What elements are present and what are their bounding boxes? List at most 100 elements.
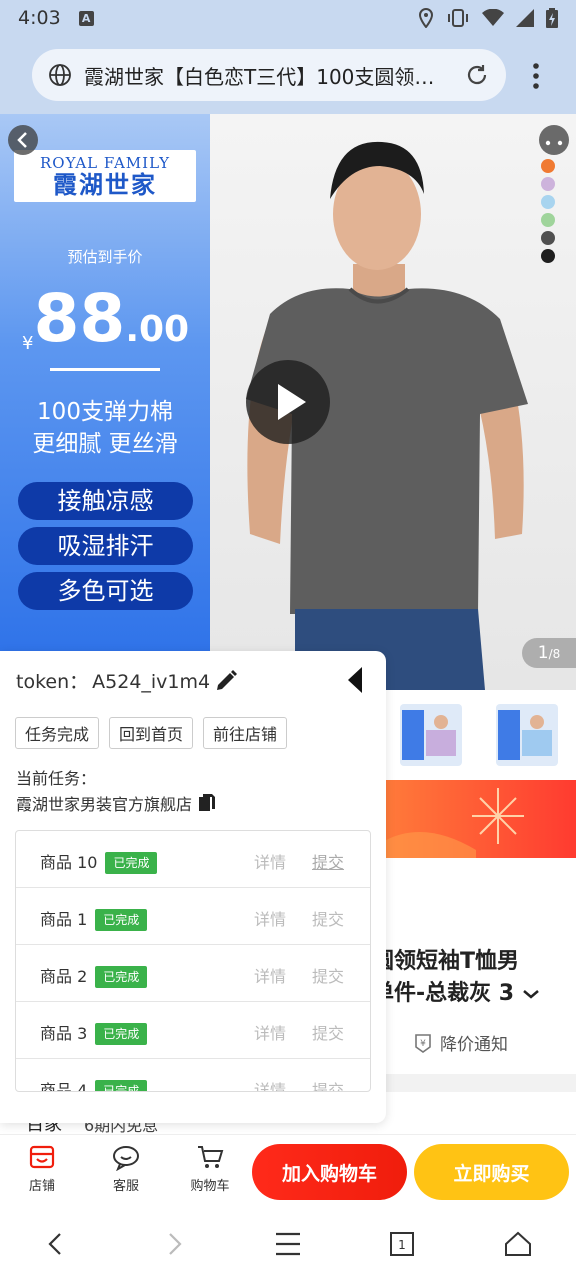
- color-swatch[interactable]: [541, 195, 555, 209]
- sku-thumbnail[interactable]: [496, 704, 558, 766]
- detail-link[interactable]: 详情: [254, 849, 286, 873]
- service-label: 客服: [112, 1179, 139, 1194]
- list-item: 商品 2 已完成 详情 提交: [16, 945, 370, 1002]
- browser-toolbar: 霞湖世家【白色恋T三代】100支圆领短袖T恤男: [0, 36, 576, 116]
- detail-link[interactable]: 详情: [254, 1020, 286, 1044]
- promo-panel: ROYAL FAMILY 霞湖世家 预估到手价 ¥88.00 100支弹力棉 更…: [0, 114, 210, 690]
- menu-icon[interactable]: [272, 1228, 304, 1260]
- service-button[interactable]: 客服: [96, 1143, 156, 1194]
- tabs-icon[interactable]: 1: [386, 1228, 418, 1260]
- task-panel: token： A524_iv1m4 任务完成 回到首页 前往店铺 当前任务： 霞湖…: [0, 651, 386, 1123]
- go-home-button[interactable]: 回到首页: [109, 717, 194, 749]
- home-icon[interactable]: [502, 1228, 534, 1260]
- price-tag-icon: ¥: [415, 1033, 431, 1053]
- svg-text:¥: ¥: [420, 1039, 426, 1049]
- add-to-cart-button[interactable]: 加入购物车: [252, 1144, 407, 1200]
- page-title[interactable]: 霞湖世家【白色恋T三代】100支圆领短袖T恤男: [84, 61, 454, 90]
- brand-logo: ROYAL FAMILY 霞湖世家: [14, 150, 196, 202]
- detail-link[interactable]: 详情: [254, 906, 286, 930]
- price-notice-button[interactable]: ¥ 降价通知: [412, 1030, 508, 1055]
- item-name: 商品 2: [40, 967, 88, 986]
- product-title-line-2: 单件-总裁灰 3: [372, 978, 540, 1010]
- color-swatch[interactable]: [541, 159, 555, 173]
- status-badge: 已完成: [95, 966, 148, 988]
- collapse-icon[interactable]: [344, 665, 366, 695]
- sku-thumbnail[interactable]: [400, 704, 462, 766]
- price-notice-label: 降价通知: [440, 1035, 508, 1055]
- product-gallery[interactable]: ROYAL FAMILY 霞湖世家 预估到手价 ¥88.00 100支弹力棉 更…: [0, 114, 576, 690]
- current-task: 霞湖世家男装官方旗舰店: [16, 791, 216, 815]
- play-video-button[interactable]: [246, 360, 330, 444]
- price-integer: 88: [33, 280, 126, 357]
- go-store-button[interactable]: 前往店铺: [203, 717, 288, 749]
- product-title-line-2-text: 单件-总裁灰 3: [372, 981, 515, 1006]
- slogan-line-1: 100支弹力棉: [37, 399, 173, 425]
- color-swatch[interactable]: [541, 249, 555, 263]
- token-label: token：: [16, 671, 89, 693]
- item-name: 商品 10: [40, 853, 98, 872]
- copy-icon[interactable]: [198, 793, 216, 813]
- back-icon[interactable]: [40, 1228, 72, 1260]
- price-currency: ¥: [22, 333, 34, 354]
- svg-text:1: 1: [398, 1238, 406, 1252]
- buy-now-button[interactable]: 立即购买: [414, 1144, 569, 1200]
- cart-icon: [198, 1146, 224, 1168]
- feature-tag: 多色可选: [18, 572, 193, 610]
- reload-icon[interactable]: [464, 62, 490, 88]
- status-badge: 已完成: [105, 852, 158, 874]
- address-bar[interactable]: 霞湖世家【白色恋T三代】100支圆领短袖T恤男: [32, 49, 506, 101]
- status-time: 4:03: [18, 7, 61, 29]
- item-name-row: 商品 10 已完成: [40, 849, 158, 874]
- item-name: 商品 3: [40, 1024, 88, 1043]
- submit-link[interactable]: 提交: [312, 1077, 344, 1091]
- current-task-value: 霞湖世家男装官方旗舰店: [16, 795, 193, 814]
- slide-total: /8: [548, 647, 561, 661]
- list-item: 商品 3 已完成 详情 提交: [16, 1002, 370, 1059]
- forward-icon[interactable]: [158, 1228, 190, 1260]
- more-vert-icon[interactable]: [524, 60, 548, 92]
- store-icon: [29, 1145, 55, 1169]
- cart-label: 购物车: [190, 1179, 230, 1194]
- color-swatch[interactable]: [541, 213, 555, 227]
- store-label: 店铺: [28, 1179, 55, 1194]
- detail-link[interactable]: 详情: [254, 1077, 286, 1091]
- color-swatch[interactable]: [541, 231, 555, 245]
- edit-icon[interactable]: [213, 668, 239, 694]
- promo-price: ¥88.00: [22, 284, 189, 355]
- more-button[interactable]: [539, 125, 569, 155]
- signal-icon: [516, 9, 534, 27]
- product-title-line-1: 圆领短袖T恤男: [372, 949, 520, 974]
- vibrate-icon: [448, 9, 468, 27]
- play-icon: [278, 384, 306, 420]
- item-name: 商品 4: [40, 1081, 88, 1092]
- submit-link[interactable]: 提交: [312, 906, 344, 930]
- color-swatch[interactable]: [541, 177, 555, 191]
- brand-name-en: ROYAL FAMILY: [39, 154, 170, 172]
- current-task-label: 当前任务：: [16, 769, 97, 788]
- item-name-row: 商品 2 已完成: [40, 963, 148, 988]
- back-button[interactable]: [8, 125, 38, 155]
- chevron-left-icon: [17, 132, 27, 148]
- token-row: token： A524_iv1m4: [16, 667, 210, 694]
- cart-button[interactable]: 购物车: [180, 1143, 240, 1194]
- brand-name-cn: 霞湖世家: [53, 171, 157, 199]
- submit-link[interactable]: 提交: [312, 963, 344, 987]
- item-name-row: 商品 4 已完成: [40, 1077, 148, 1092]
- browser-nav-bar: 1: [0, 1208, 576, 1280]
- submit-link[interactable]: 提交: [312, 1020, 344, 1044]
- store-button[interactable]: 店铺: [12, 1143, 72, 1194]
- action-bar: 店铺 客服 购物车 加入购物车 立即购买: [0, 1134, 576, 1208]
- product-title[interactable]: 圆领短袖T恤男 单件-总裁灰 3: [372, 946, 540, 1010]
- task-complete-button[interactable]: 任务完成: [15, 717, 100, 749]
- submit-link[interactable]: 提交: [312, 849, 344, 873]
- token-value: A524_iv1m4: [92, 671, 211, 693]
- location-icon: [418, 8, 434, 28]
- chat-icon: [113, 1146, 139, 1171]
- item-name-row: 商品 1 已完成: [40, 906, 148, 931]
- thumbnail-image: [498, 710, 552, 760]
- battery-icon: [546, 8, 558, 28]
- list-item: 商品 1 已完成 详情 提交: [16, 888, 370, 945]
- detail-link[interactable]: 详情: [254, 963, 286, 987]
- slide-counter: 1/8: [522, 638, 576, 668]
- notification-icon: A: [78, 10, 94, 26]
